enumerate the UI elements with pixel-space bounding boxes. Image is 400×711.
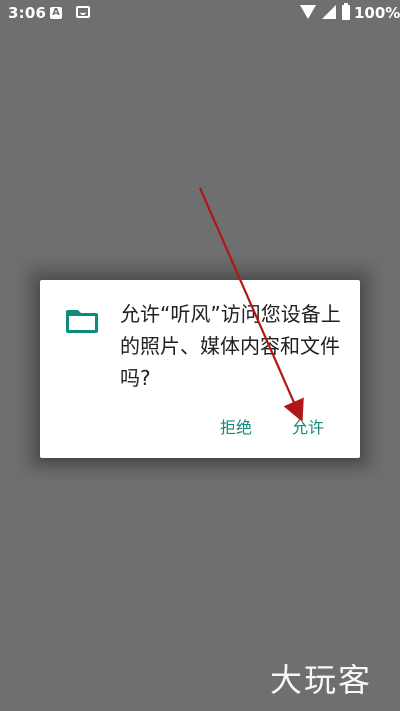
folder-icon (66, 310, 98, 333)
battery-icon (342, 3, 350, 20)
notification-a-icon: A (50, 7, 62, 19)
status-bar: 3:06 A 100% (0, 0, 400, 28)
deny-button[interactable]: 拒绝 (214, 414, 258, 442)
battery-percent: 100% (354, 4, 400, 22)
permission-message: 允许“听风”访问您设备上的照片、媒体内容和文件吗? (120, 302, 341, 390)
allow-button[interactable]: 允许 (286, 414, 330, 442)
signal-icon (322, 5, 336, 19)
wifi-icon (300, 5, 316, 19)
watermark-logo: 大玩客 (270, 661, 373, 699)
status-time: 3:06 (8, 4, 47, 22)
permission-dialog: 允许“听风”访问您设备上的照片、媒体内容和文件吗? 拒绝 允许 (40, 280, 360, 458)
notification-message-icon (76, 6, 90, 18)
